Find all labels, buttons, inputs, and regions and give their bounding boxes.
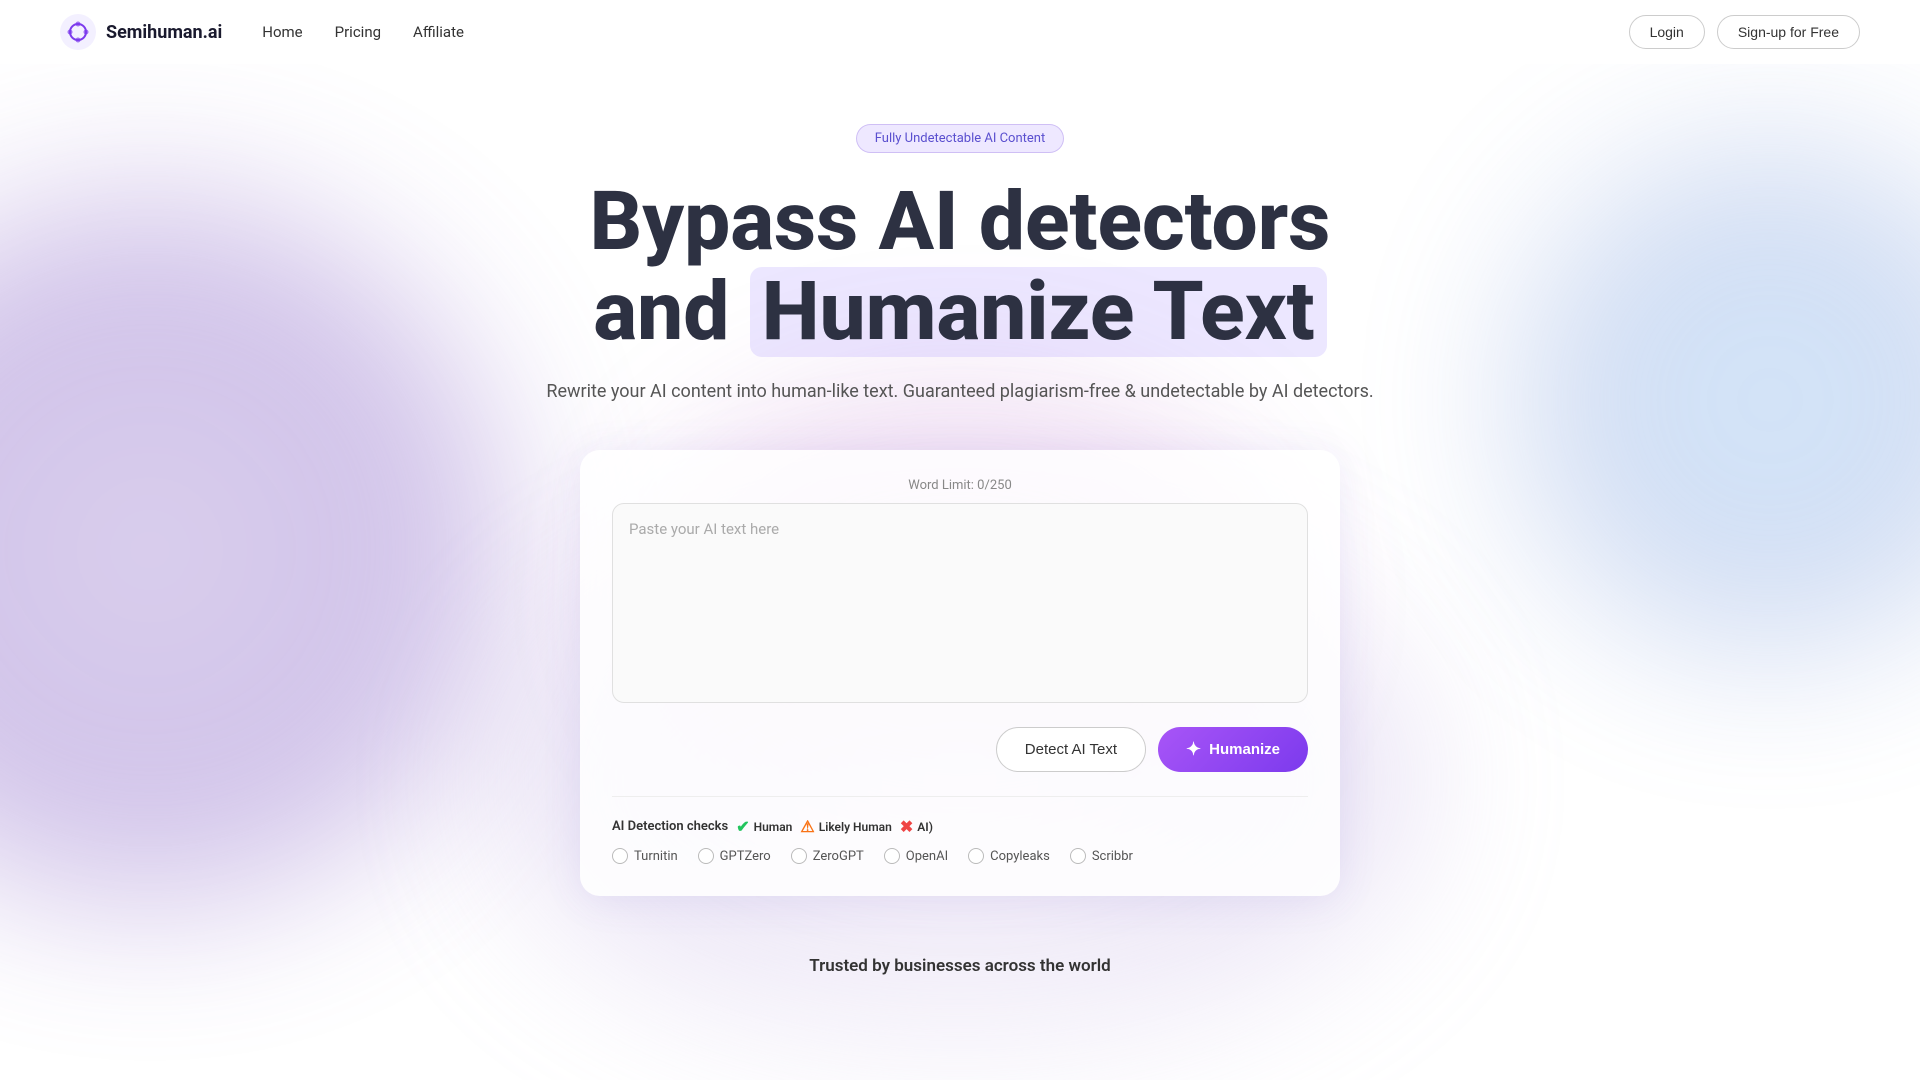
likely-human-icon: ⚠	[800, 817, 814, 836]
nav-left: Semihuman.ai Home Pricing Affiliate	[60, 14, 464, 50]
detection-section-label: AI Detection checks	[612, 819, 728, 834]
trusted-section: Trusted by businesses across the world	[0, 956, 1920, 976]
human-badge: ✔ Human	[736, 817, 792, 836]
detection-title: AI Detection checks ✔ Human ⚠ Likely Hum…	[612, 817, 1308, 836]
navbar: Semihuman.ai Home Pricing Affiliate Logi…	[0, 0, 1920, 64]
hero-badge: Fully Undetectable AI Content	[856, 124, 1064, 153]
ai-label: AI)	[917, 820, 933, 834]
detector-radio-openai[interactable]	[884, 848, 900, 864]
logo-link[interactable]: Semihuman.ai	[60, 14, 222, 50]
detector-label-copyleaks: Copyleaks	[990, 849, 1050, 864]
detector-item-zerogpt: ZeroGPT	[791, 848, 864, 864]
tool-card: Word Limit: 0/250 Detect AI Text ✦ Human…	[580, 450, 1340, 896]
ai-text-input[interactable]	[612, 503, 1308, 703]
detector-label-turnitin: Turnitin	[634, 849, 678, 864]
detect-ai-text-button[interactable]: Detect AI Text	[996, 727, 1146, 772]
detector-radio-zerogpt[interactable]	[791, 848, 807, 864]
detector-radio-copyleaks[interactable]	[968, 848, 984, 864]
hero-title-line1: Bypass AI detectors	[590, 174, 1331, 270]
nav-link-home[interactable]: Home	[262, 23, 302, 41]
word-limit-label: Word Limit: 0/250	[612, 478, 1308, 493]
detector-item-turnitin: Turnitin	[612, 848, 678, 864]
nav-link-affiliate[interactable]: Affiliate	[413, 23, 464, 41]
hero-section: Fully Undetectable AI Content Bypass AI …	[0, 64, 1920, 896]
detector-radio-gptzero[interactable]	[698, 848, 714, 864]
ai-icon: ✖	[900, 817, 913, 836]
detector-label-zerogpt: ZeroGPT	[813, 849, 864, 864]
likely-human-label: Likely Human	[819, 820, 892, 834]
trusted-label: Trusted by businesses across the world	[809, 956, 1111, 976]
detection-checks: AI Detection checks ✔ Human ⚠ Likely Hum…	[612, 796, 1308, 864]
likely-human-badge: ⚠ Likely Human	[800, 817, 891, 836]
hero-title-highlight: Humanize Text	[750, 267, 1327, 357]
human-icon: ✔	[736, 817, 749, 836]
detector-item-gptzero: GPTZero	[698, 848, 771, 864]
detector-radio-scribbr[interactable]	[1070, 848, 1086, 864]
hero-title-line2-pre: and	[593, 264, 749, 360]
detector-label-openai: OpenAI	[906, 849, 948, 864]
human-label: Human	[754, 820, 793, 834]
detector-radio-turnitin[interactable]	[612, 848, 628, 864]
login-button[interactable]: Login	[1629, 15, 1705, 49]
detector-item-openai: OpenAI	[884, 848, 948, 864]
tool-actions: Detect AI Text ✦ Humanize	[612, 727, 1308, 772]
ai-badge: ✖ AI)	[900, 817, 933, 836]
nav-right: Login Sign-up for Free	[1629, 15, 1860, 49]
brand-name: Semihuman.ai	[106, 22, 222, 43]
plus-icon: ✦	[1186, 739, 1201, 760]
humanize-button[interactable]: ✦ Humanize	[1158, 727, 1308, 772]
detector-label-gptzero: GPTZero	[720, 849, 771, 864]
humanize-button-label: Humanize	[1209, 741, 1280, 758]
hero-subtitle: Rewrite your AI content into human-like …	[0, 381, 1920, 402]
detector-label-scribbr: Scribbr	[1092, 849, 1133, 864]
detector-list: Turnitin GPTZero ZeroGPT OpenAI Copyleaks Scr…	[612, 848, 1308, 864]
detector-item-scribbr: Scribbr	[1070, 848, 1133, 864]
nav-links: Home Pricing Affiliate	[262, 23, 464, 41]
detector-item-copyleaks: Copyleaks	[968, 848, 1050, 864]
signup-button[interactable]: Sign-up for Free	[1717, 15, 1860, 49]
nav-link-pricing[interactable]: Pricing	[335, 23, 381, 41]
logo-icon	[60, 14, 96, 50]
hero-title: Bypass AI detectors and Humanize Text	[0, 177, 1920, 357]
